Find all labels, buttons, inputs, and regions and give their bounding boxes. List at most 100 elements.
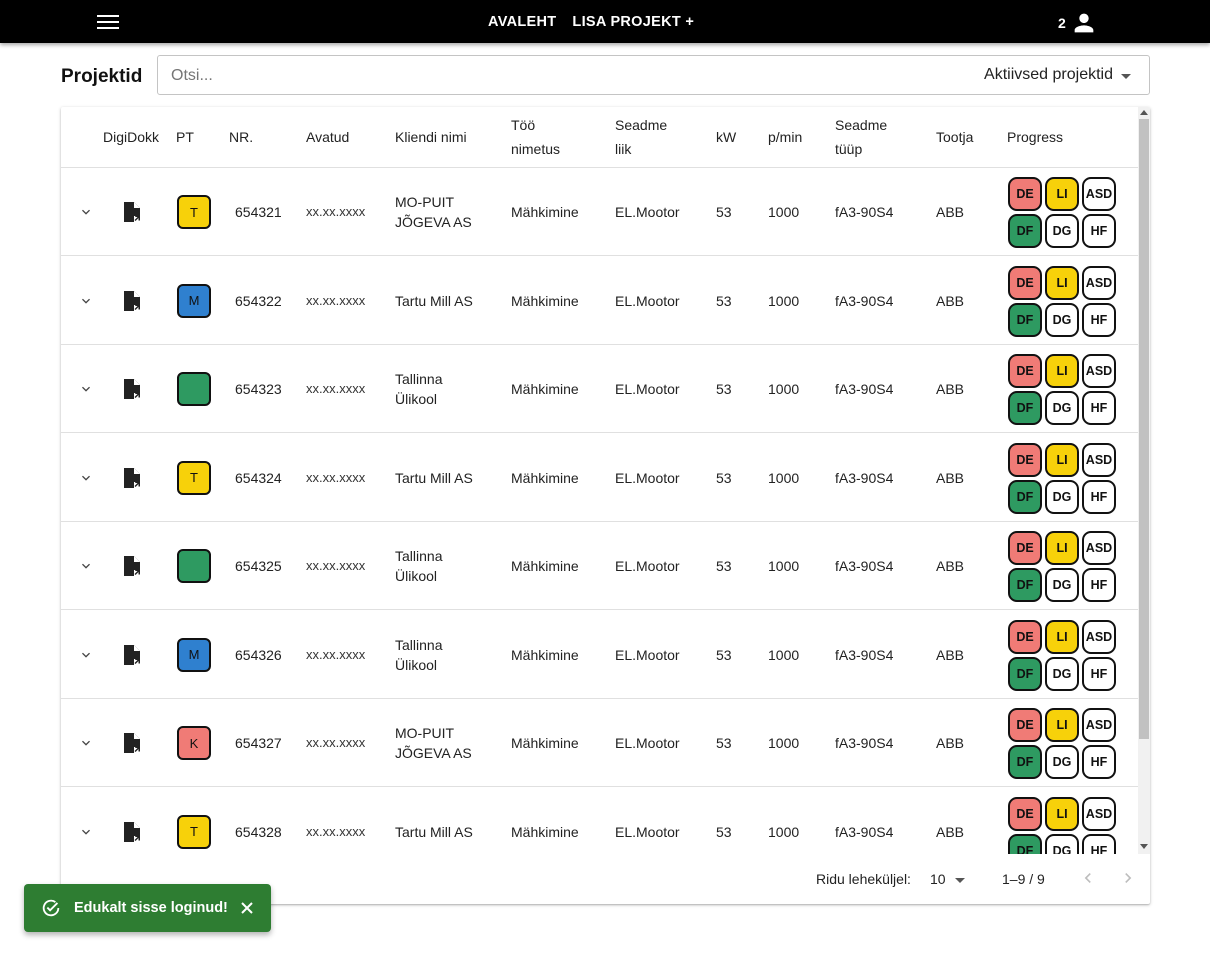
nav-home-link[interactable]: AVALEHT	[488, 14, 556, 30]
progress-df-button[interactable]: DF	[1008, 833, 1042, 854]
progress-df-button[interactable]: DF	[1008, 214, 1042, 248]
chevron-down-icon[interactable]	[78, 647, 94, 663]
table-row[interactable]: T 654324 xx.xx.xxxx Mähkimine EL.Mootor 53 100…	[61, 434, 1138, 522]
progress-de-button[interactable]: DE	[1008, 708, 1042, 742]
chevron-down-icon[interactable]	[78, 293, 94, 309]
progress-hf-button[interactable]: HF	[1082, 302, 1116, 337]
progress-de-button[interactable]: DE	[1008, 619, 1042, 654]
progress-de-button[interactable]: DE	[1008, 354, 1042, 388]
progress-asd-button[interactable]: ASD	[1082, 531, 1116, 565]
document-link-icon[interactable]	[122, 644, 142, 666]
progress-df-button[interactable]: DF	[1008, 479, 1042, 514]
progress-de-button[interactable]: DE	[1008, 796, 1042, 831]
col-seadme-liik[interactable]: Seadme liik	[615, 113, 667, 161]
progress-hf-button[interactable]: HF	[1082, 214, 1116, 248]
progress-asd-button[interactable]: ASD	[1082, 708, 1116, 742]
progress-asd-button[interactable]: ASD	[1082, 796, 1116, 831]
close-icon[interactable]	[240, 901, 254, 915]
progress-df-button[interactable]: DF	[1008, 391, 1042, 425]
vertical-scrollbar[interactable]	[1138, 107, 1150, 854]
col-kw[interactable]: kW	[716, 125, 736, 149]
document-link-icon[interactable]	[122, 290, 142, 312]
progress-asd-button[interactable]: ASD	[1082, 354, 1116, 388]
progress-li-button[interactable]: LI	[1045, 796, 1079, 831]
progress-hf-button[interactable]: HF	[1082, 391, 1116, 425]
progress-li-button[interactable]: LI	[1045, 354, 1079, 388]
chevron-down-icon[interactable]	[78, 204, 94, 220]
col-digidokk[interactable]: DigiDokk	[103, 125, 159, 149]
progress-hf-button[interactable]: HF	[1082, 745, 1116, 779]
progress-li-button[interactable]: LI	[1045, 531, 1079, 565]
progress-df-button[interactable]: DF	[1008, 302, 1042, 337]
progress-li-button[interactable]: LI	[1045, 265, 1079, 300]
client-name-line2: Ülikool	[395, 568, 438, 584]
scroll-thumb[interactable]	[1139, 119, 1149, 739]
progress-li-button[interactable]: LI	[1045, 619, 1079, 654]
progress-dg-button[interactable]: DG	[1045, 833, 1079, 854]
previous-page-icon[interactable]	[1078, 868, 1098, 888]
progress-asd-button[interactable]: ASD	[1082, 265, 1116, 300]
menu-icon[interactable]	[97, 12, 119, 32]
progress-dg-button[interactable]: DG	[1045, 745, 1079, 779]
project-filter-select[interactable]: Aktiivsed projektid	[984, 66, 1131, 84]
table-row[interactable]: K 654327 xx.xx.xxxx Mähkimine EL.Mootor 53 100…	[61, 699, 1138, 787]
progress-de-button[interactable]: DE	[1008, 442, 1042, 477]
table-row[interactable]: M 654322 xx.xx.xxxx Mähkimine EL.Mootor 53 100…	[61, 257, 1138, 345]
chevron-down-icon[interactable]	[78, 735, 94, 751]
table-row[interactable]: T 654328 xx.xx.xxxx Mähkimine EL.Mootor 53 100…	[61, 788, 1138, 854]
document-link-icon[interactable]	[122, 467, 142, 489]
search-input[interactable]	[171, 65, 931, 87]
chevron-down-icon[interactable]	[78, 381, 94, 397]
table-row[interactable]: 654323 xx.xx.xxxx Mähkimine EL.Mootor 53 1000…	[61, 345, 1138, 433]
progress-hf-button[interactable]: HF	[1082, 656, 1116, 691]
col-too-nimetus[interactable]: Töö nimetus	[511, 113, 560, 161]
progress-dg-button[interactable]: DG	[1045, 214, 1079, 248]
col-pmin[interactable]: p/min	[768, 125, 802, 149]
scroll-up-arrow[interactable]	[1140, 110, 1148, 115]
progress-hf-button[interactable]: HF	[1082, 568, 1116, 602]
next-page-icon[interactable]	[1118, 868, 1138, 888]
progress-de-button[interactable]: DE	[1008, 265, 1042, 300]
progress-de-button[interactable]: DE	[1008, 531, 1042, 565]
document-link-icon[interactable]	[122, 201, 142, 223]
progress-hf-button[interactable]: HF	[1082, 479, 1116, 514]
nav-add-project-link[interactable]: LISA PROJEKT +	[572, 14, 694, 30]
progress-asd-button[interactable]: ASD	[1082, 442, 1116, 477]
table-row[interactable]: M 654326 xx.xx.xxxx Mähkimine EL.Mootor 53 100…	[61, 611, 1138, 699]
progress-df-button[interactable]: DF	[1008, 745, 1042, 779]
chevron-down-icon[interactable]	[78, 824, 94, 840]
progress-li-button[interactable]: LI	[1045, 708, 1079, 742]
chevron-down-icon[interactable]	[78, 558, 94, 574]
search-field[interactable]: Aktiivsed projektid	[157, 55, 1150, 95]
col-progress[interactable]: Progress	[1007, 125, 1063, 149]
progress-asd-button[interactable]: ASD	[1082, 177, 1116, 211]
progress-dg-button[interactable]: DG	[1045, 656, 1079, 691]
progress-hf-button[interactable]: HF	[1082, 833, 1116, 854]
chevron-down-icon[interactable]	[78, 470, 94, 486]
col-kliendi-nimi[interactable]: Kliendi nimi	[395, 125, 467, 149]
document-link-icon[interactable]	[122, 555, 142, 577]
user-menu[interactable]: 2	[1058, 9, 1098, 37]
col-tootja[interactable]: Tootja	[936, 125, 973, 149]
table-row[interactable]: 654325 xx.xx.xxxx Mähkimine EL.Mootor 53 1000…	[61, 522, 1138, 610]
document-link-icon[interactable]	[122, 732, 142, 754]
progress-asd-button[interactable]: ASD	[1082, 619, 1116, 654]
progress-li-button[interactable]: LI	[1045, 177, 1079, 211]
table-row[interactable]: T 654321 xx.xx.xxxx Mähkimine EL.Mootor 53 100…	[61, 168, 1138, 256]
document-link-icon[interactable]	[122, 821, 142, 843]
col-pt[interactable]: PT	[176, 125, 194, 149]
progress-dg-button[interactable]: DG	[1045, 391, 1079, 425]
document-link-icon[interactable]	[122, 378, 142, 400]
col-avatud[interactable]: Avatud	[306, 125, 349, 149]
progress-li-button[interactable]: LI	[1045, 442, 1079, 477]
col-nr[interactable]: NR.	[229, 125, 253, 149]
progress-dg-button[interactable]: DG	[1045, 568, 1079, 602]
progress-df-button[interactable]: DF	[1008, 656, 1042, 691]
progress-dg-button[interactable]: DG	[1045, 302, 1079, 337]
progress-dg-button[interactable]: DG	[1045, 479, 1079, 514]
scroll-down-arrow[interactable]	[1140, 844, 1148, 849]
progress-de-button[interactable]: DE	[1008, 177, 1042, 211]
progress-df-button[interactable]: DF	[1008, 568, 1042, 602]
rows-per-page-select[interactable]: 10	[930, 871, 965, 887]
col-seadme-tyyp[interactable]: Seadme tüüp	[835, 113, 887, 161]
